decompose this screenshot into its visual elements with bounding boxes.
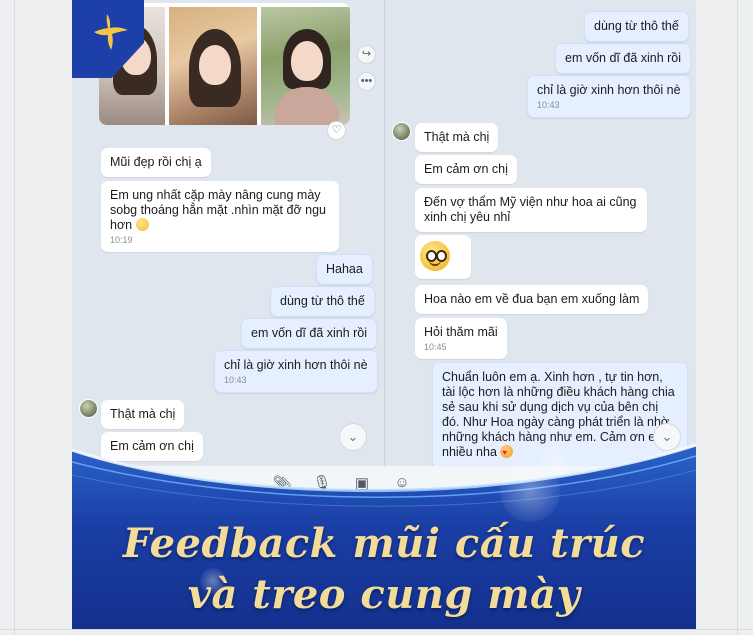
bokeh-light <box>538 446 570 478</box>
message-text: em vốn dĩ đã xinh rồi <box>251 326 368 340</box>
banner-title-line-1: Feedback mũi cấu trúc <box>122 520 646 567</box>
message-bubble[interactable]: Đến vợ thẩm Mỹ viện như hoa ai cũng xinh… <box>415 188 647 232</box>
heart-icon[interactable]: ♡ <box>327 121 346 140</box>
message-bubble[interactable]: Hoa nào em về đua bạn em xuống làm <box>415 285 649 314</box>
message-text: Thật mà chị <box>424 130 490 144</box>
message-text: chỉ là giờ xinh hơn thôi nè <box>224 358 368 372</box>
message-bubble[interactable]: chỉ là giờ xinh hơn thôi nè 10:43 <box>527 75 691 118</box>
message-time: 10:19 <box>110 235 133 245</box>
screenshot-frame: ↪ ••• ♡ Mũi đẹp rồi chị ạ Em ung nhất cặ… <box>0 0 753 635</box>
message-bubble[interactable]: em vốn dĩ đã xinh rồi <box>555 43 692 74</box>
sticker-message[interactable] <box>415 235 471 279</box>
right-chat-pane: dùng từ thô thế em vốn dĩ đã xinh rồi ch… <box>385 0 696 470</box>
message-text: Hỏi thăm mãi <box>424 325 498 339</box>
photo-3[interactable] <box>261 7 350 125</box>
logo-cross-icon <box>94 14 128 50</box>
avatar[interactable] <box>79 399 98 418</box>
message-bubble[interactable]: chỉ là giờ xinh hơn thôi nè 10:43 <box>214 350 378 393</box>
right-border <box>737 0 738 635</box>
message-text: Thật mà chị <box>110 407 176 421</box>
message-time: 10:45 <box>424 342 447 352</box>
message-bubble[interactable]: Hahaa <box>316 254 373 285</box>
smile-emoji-icon <box>135 218 149 231</box>
message-bubble[interactable]: dùng từ thô thế <box>584 11 689 42</box>
message-text: em vốn dĩ đã xinh rồi <box>565 51 682 65</box>
message-text: Hahaa <box>326 262 363 276</box>
message-text: dùng từ thô thế <box>280 294 365 308</box>
feedback-image: ↪ ••• ♡ Mũi đẹp rồi chị ạ Em ung nhất cặ… <box>72 0 696 630</box>
message-text: chỉ là giờ xinh hơn thôi nè <box>537 83 681 97</box>
message-text: Em cảm ơn chị <box>424 162 508 176</box>
message-bubble[interactable]: Em cảm ơn chị <box>415 155 517 184</box>
message-bubble[interactable]: Thật mà chị <box>415 123 499 152</box>
left-border <box>14 0 15 635</box>
message-text: Hoa nào em về đua bạn em xuống làm <box>424 292 640 306</box>
bottom-border <box>0 629 753 630</box>
share-icon[interactable]: ↪ <box>357 45 376 64</box>
message-text: dùng từ thô thế <box>594 19 679 33</box>
photo-2[interactable] <box>169 7 257 125</box>
message-bubble[interactable]: em vốn dĩ đã xinh rồi <box>241 318 378 349</box>
message-time: 10:43 <box>537 100 560 110</box>
message-text: Mũi đẹp rồi chị ạ <box>110 155 202 169</box>
banner-title-line-2: và treo cung mày <box>187 571 581 618</box>
message-time: 10:43 <box>224 375 247 385</box>
avatar[interactable] <box>392 122 411 141</box>
message-bubble[interactable]: Mũi đẹp rồi chị ạ <box>101 148 211 177</box>
message-bubble[interactable]: Thật mà chị <box>101 400 185 429</box>
left-chat-pane: ↪ ••• ♡ Mũi đẹp rồi chị ạ Em ung nhất cặ… <box>72 0 384 470</box>
smiley-sticker-icon <box>420 241 450 271</box>
message-bubble[interactable]: Em ung nhất cặp mày nâng cung mày sobg t… <box>101 181 339 252</box>
message-bubble[interactable]: Hỏi thăm mãi 10:45 <box>415 318 507 359</box>
message-bubble[interactable]: dùng từ thô thế <box>270 286 375 317</box>
more-icon[interactable]: ••• <box>357 72 376 91</box>
message-text: Đến vợ thẩm Mỹ viện như hoa ai cũng xinh… <box>424 195 637 224</box>
